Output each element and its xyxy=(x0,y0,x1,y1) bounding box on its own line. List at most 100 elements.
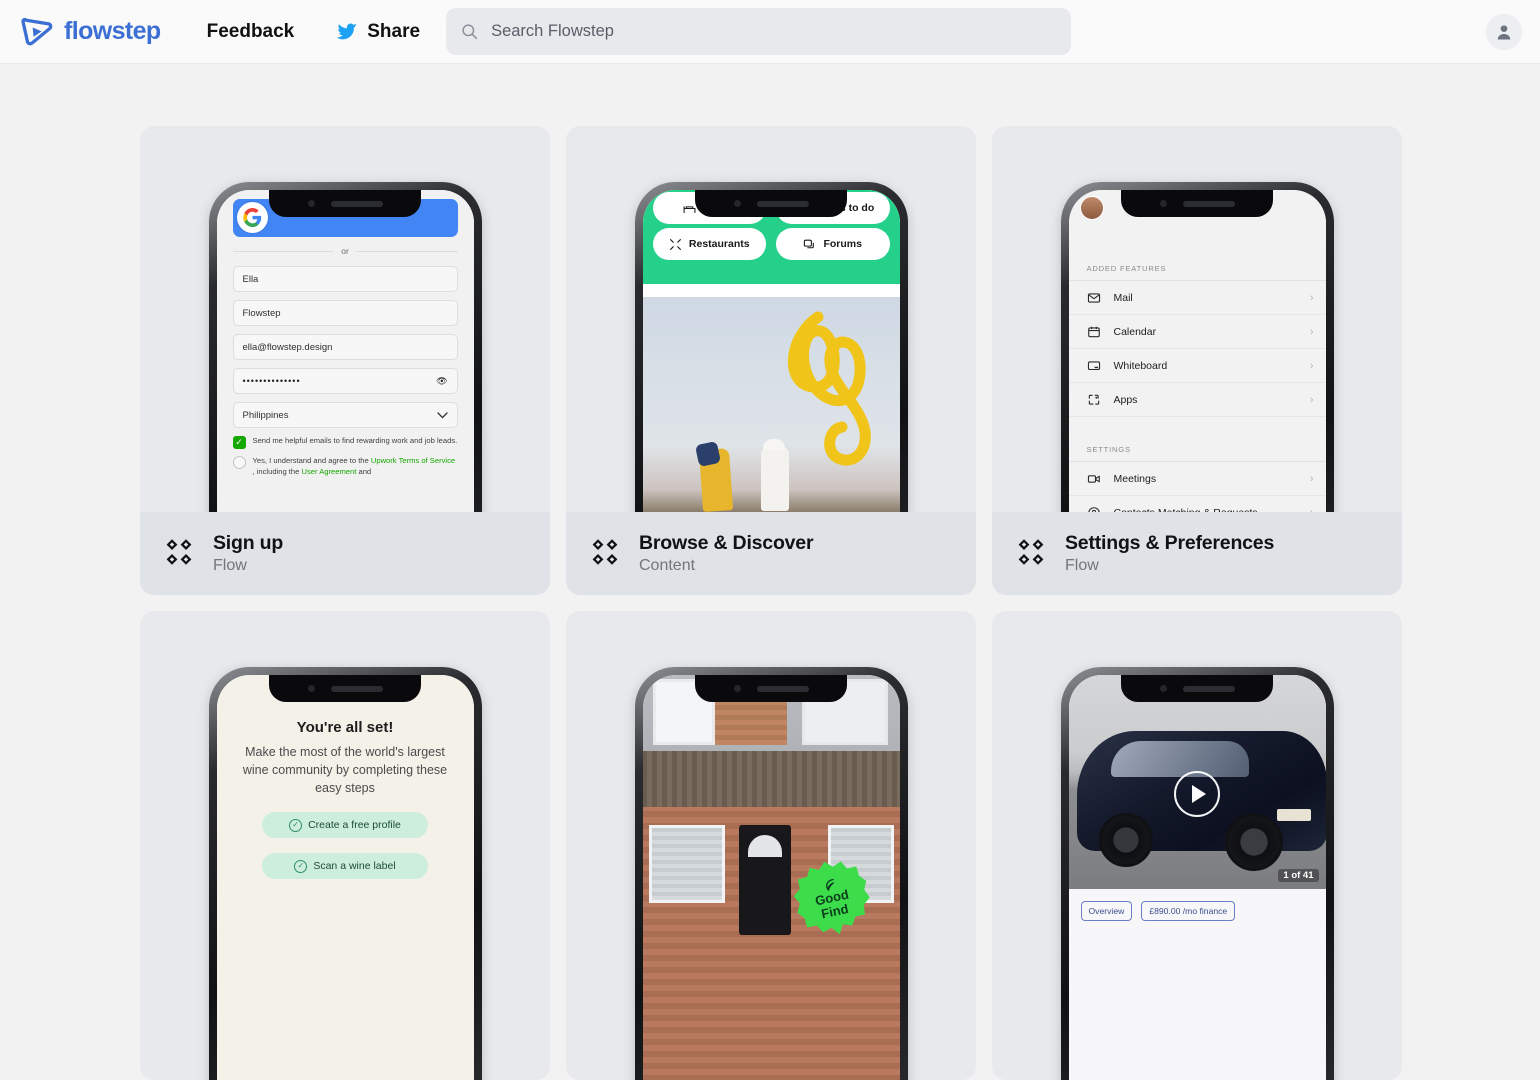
mail-icon xyxy=(1087,292,1100,303)
front-door xyxy=(738,825,791,935)
wine-onboarding-screen: You're all set! Make the most of the wor… xyxy=(216,675,474,1080)
nav-share[interactable]: Share xyxy=(336,21,420,43)
nav-feedback[interactable]: Feedback xyxy=(207,21,295,43)
chevron-right-icon: › xyxy=(1309,325,1314,338)
speaker-bar xyxy=(756,200,809,207)
person-backpack xyxy=(694,440,721,468)
four-diamonds-icon xyxy=(592,538,618,565)
search-bar[interactable] xyxy=(446,8,1072,55)
front-camera-dot xyxy=(1159,200,1167,207)
profile-thumbnail[interactable] xyxy=(1079,196,1104,220)
card-preview: Good Find Find what you need xyxy=(566,611,976,1080)
checkbox-unchecked-icon[interactable] xyxy=(232,456,246,469)
brand-name: flowstep xyxy=(64,17,161,45)
settings-row-mail[interactable]: Mail › xyxy=(1068,281,1326,315)
front-camera-dot xyxy=(733,200,741,207)
phone-notch xyxy=(695,190,847,217)
settings-row-whiteboard[interactable]: Whiteboard › xyxy=(1068,349,1326,383)
consent-terms-text: Yes, I understand and agree to the Upwor… xyxy=(252,456,456,476)
email-value: ella@flowstep.design xyxy=(242,341,333,353)
apps-icon xyxy=(1088,394,1099,405)
gallery-card[interactable]: You're all set! Make the most of the wor… xyxy=(140,611,550,1080)
left-window xyxy=(648,825,725,903)
settings-row-label: Calendar xyxy=(1113,325,1157,338)
consent-row-terms[interactable]: Yes, I understand and agree to the Upwor… xyxy=(232,456,458,478)
settings-row-contacts-matching[interactable]: Contacts Matching & Requests › xyxy=(1069,496,1326,512)
user-avatar-button[interactable] xyxy=(1486,14,1522,50)
step-scan-label[interactable]: ✓ Scan a wine label xyxy=(262,853,428,880)
speaker-bar xyxy=(1182,200,1235,207)
card-subtitle: Flow xyxy=(1065,557,1099,575)
settings-screen: ADDED FEATURES Mail › Calendar › Whitebo… xyxy=(1068,190,1326,512)
first-name-field[interactable]: Ella xyxy=(232,266,458,292)
gallery-card[interactable]: Good Find Find what you need xyxy=(566,611,976,1080)
checkbox-checked-icon[interactable]: ✓ xyxy=(232,436,246,449)
gallery-card[interactable]: 1 of 41 Overview £890.00 /mo finance xyxy=(992,611,1402,1080)
phone-notch xyxy=(1121,675,1273,702)
twitter-bird-icon xyxy=(337,23,358,39)
settings-list: Meetings › Contacts Matching & Requests … xyxy=(1068,461,1326,512)
person-white-dress xyxy=(760,447,789,511)
hero-banner[interactable]: Swing into your next spring trip xyxy=(642,297,900,512)
phone-mockup: or Ella Flowstep ella@flowstep.design ••… xyxy=(208,182,482,512)
play-button-icon[interactable] xyxy=(1174,771,1220,817)
chip-forums[interactable]: Forums xyxy=(776,228,890,260)
settings-row-apps[interactable]: Apps › xyxy=(1068,383,1326,417)
card-title: Settings & Preferences xyxy=(1065,531,1275,554)
company-field[interactable]: Flowstep xyxy=(232,300,458,326)
step-create-profile[interactable]: ✓ Create a free profile xyxy=(262,812,428,839)
settings-row-calendar[interactable]: Calendar › xyxy=(1068,315,1326,349)
cutlery-icon xyxy=(669,238,681,250)
gallery-card[interactable]: or Ella Flowstep ella@flowstep.design ••… xyxy=(140,126,550,595)
card-footer: Settings & Preferences Flow xyxy=(992,512,1402,595)
eye-icon[interactable]: 👁 xyxy=(436,376,447,387)
travel-discover-screen: Hotels Things to do xyxy=(642,190,900,512)
card-footer-text: Sign up Flow xyxy=(213,532,283,575)
consent-row-emails[interactable]: ✓ Send me helpful emails to find rewardi… xyxy=(232,436,458,449)
phone-notch xyxy=(695,675,847,702)
category-chips-bottom: Restaurants Forums xyxy=(652,228,890,260)
chevron-right-icon: › xyxy=(1309,393,1314,406)
property-listing-screen: Good Find Find what you need xyxy=(642,675,900,1080)
gallery-card[interactable]: Hotels Things to do xyxy=(566,126,976,595)
country-select[interactable]: Philippines xyxy=(232,402,458,428)
chevron-right-icon: › xyxy=(1309,472,1314,485)
terms-of-service-link[interactable]: Upwork Terms of Service xyxy=(371,456,455,465)
password-field[interactable]: •••••••••••••• 👁 xyxy=(232,368,458,394)
user-agreement-link[interactable]: User Agreement xyxy=(301,467,356,476)
card-title: Browse & Discover xyxy=(639,531,814,554)
top-navigation-bar: flowstep Feedback Share xyxy=(0,0,1540,64)
phone-mockup: Good Find Find what you need xyxy=(634,667,908,1080)
tab-overview[interactable]: Overview xyxy=(1080,901,1133,921)
gallery-card[interactable]: ADDED FEATURES Mail › Calendar › Whitebo… xyxy=(992,126,1402,595)
design-gallery-grid: or Ella Flowstep ella@flowstep.design ••… xyxy=(140,126,1402,1080)
consent-emails-text: Send me helpful emails to find rewarding… xyxy=(252,436,458,445)
front-wheel xyxy=(1224,813,1283,871)
vehicle-photo[interactable]: 1 of 41 xyxy=(1068,675,1326,889)
settings-row-meetings[interactable]: Meetings › xyxy=(1068,462,1326,496)
speaker-bar xyxy=(330,200,383,207)
chevron-right-icon: › xyxy=(1309,291,1314,304)
settings-row-label: Meetings xyxy=(1113,472,1157,485)
chevron-right-icon: › xyxy=(1309,359,1314,372)
search-icon xyxy=(462,24,478,40)
search-input[interactable] xyxy=(489,21,1058,42)
phone-mockup: You're all set! Make the most of the wor… xyxy=(208,667,482,1080)
chat-icon xyxy=(804,239,815,248)
person-hat xyxy=(762,439,785,450)
chip-restaurants[interactable]: Restaurants xyxy=(652,228,766,260)
google-logo-badge xyxy=(236,202,268,233)
number-plate xyxy=(1276,809,1311,821)
added-features-list: Mail › Calendar › Whiteboard › Apps › xyxy=(1068,280,1326,417)
card-subtitle: Content xyxy=(639,557,696,575)
phone-mockup: 1 of 41 Overview £890.00 /mo finance xyxy=(1060,667,1334,1080)
card-preview: or Ella Flowstep ella@flowstep.design ••… xyxy=(140,126,550,512)
brand-logo[interactable]: flowstep xyxy=(20,15,161,49)
four-diamonds-icon xyxy=(166,538,192,565)
speaker-bar xyxy=(1182,685,1235,692)
step-label: Scan a wine label xyxy=(313,860,396,873)
card-footer-text: Settings & Preferences Flow xyxy=(1065,532,1274,575)
email-field[interactable]: ella@flowstep.design xyxy=(232,334,458,360)
tab-finance[interactable]: £890.00 /mo finance xyxy=(1141,901,1236,921)
phone-notch xyxy=(269,675,421,702)
